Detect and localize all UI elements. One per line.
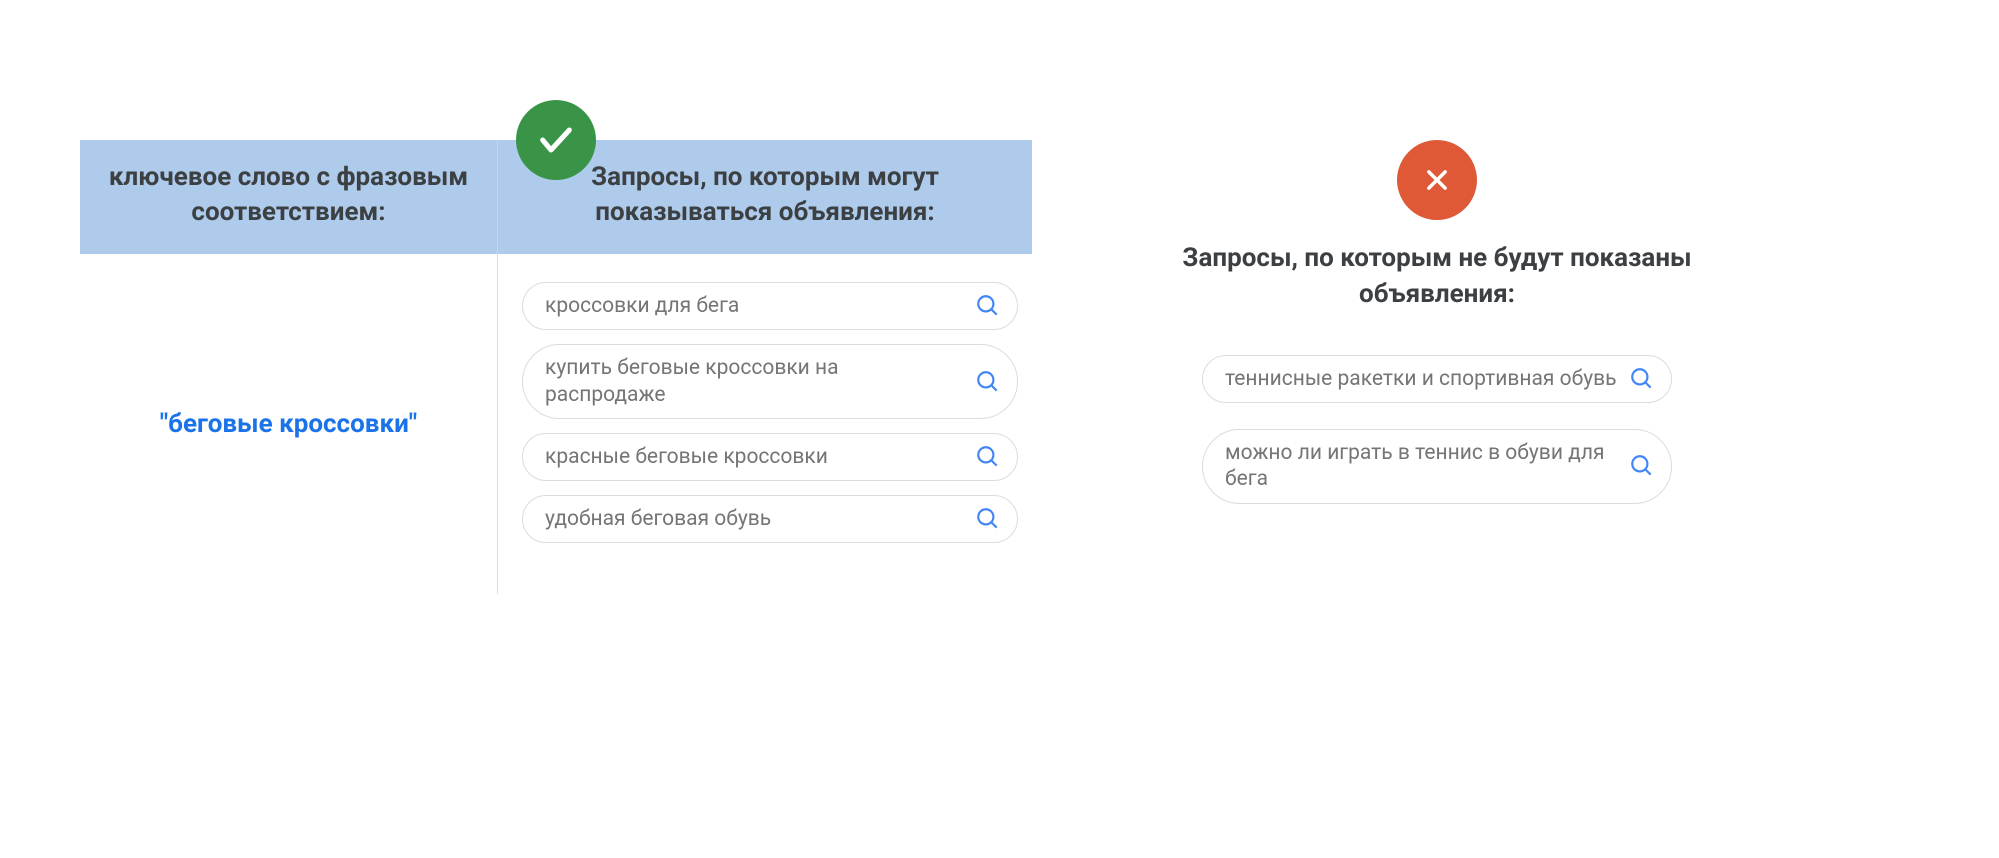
search-query-text: красные беговые кроссовки: [545, 444, 963, 470]
search-query-text: теннисные ракетки и спортивная обувь: [1225, 366, 1617, 392]
table-content: "беговые кроссовки" кроссовки для бега к…: [80, 254, 1032, 594]
search-icon: [975, 369, 1001, 395]
search-query-text: купить беговые кроссовки на распродаже: [545, 355, 963, 408]
search-icon: [975, 444, 1001, 470]
search-pill: кроссовки для бега: [522, 282, 1018, 330]
search-icon: [975, 506, 1001, 532]
matching-panel: ключевое слово с фразовым соответствием:…: [80, 140, 1032, 594]
search-icon: [1629, 366, 1655, 392]
nonmatch-header: Запросы, по которым не будут показаны об…: [1182, 240, 1692, 313]
diagram-container: ключевое слово с фразовым соответствием:…: [80, 140, 1692, 594]
search-pill: купить беговые кроссовки на распродаже: [522, 344, 1018, 419]
search-icon: [1629, 453, 1655, 479]
check-badge: [516, 100, 596, 180]
keyword-text: "беговые кроссовки": [160, 409, 417, 439]
search-pill: красные беговые кроссовки: [522, 433, 1018, 481]
nonmatch-list: теннисные ракетки и спортивная обувь мож…: [1182, 355, 1692, 504]
x-badge: [1397, 140, 1477, 220]
matches-cell: кроссовки для бега купить беговые кроссо…: [498, 254, 1032, 594]
search-icon: [975, 293, 1001, 319]
nonmatching-panel: Запросы, по которым не будут показаны об…: [1182, 140, 1692, 594]
search-pill: теннисные ракетки и спортивная обувь: [1202, 355, 1672, 403]
search-pill: можно ли играть в теннис в обуви для бег…: [1202, 429, 1672, 504]
keyword-column-header: ключевое слово с фразовым соответствием:: [80, 140, 498, 254]
search-query-text: удобная беговая обувь: [545, 506, 963, 532]
search-query-text: кроссовки для бега: [545, 293, 963, 319]
search-pill: удобная беговая обувь: [522, 495, 1018, 543]
search-query-text: можно ли играть в теннис в обуви для бег…: [1225, 440, 1617, 493]
match-table: ключевое слово с фразовым соответствием:…: [80, 140, 1032, 594]
check-icon: [536, 120, 576, 160]
keyword-cell: "беговые кроссовки": [80, 254, 498, 594]
x-icon: [1423, 166, 1451, 194]
